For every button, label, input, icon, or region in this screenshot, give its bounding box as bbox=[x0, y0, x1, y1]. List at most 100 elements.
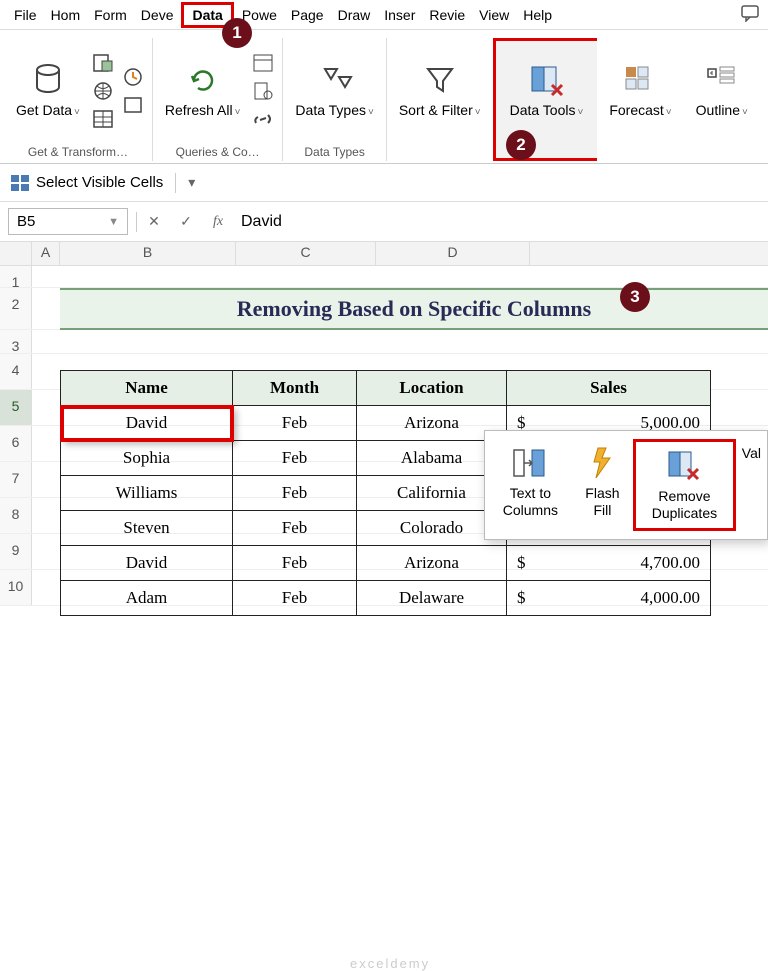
get-data-button[interactable]: Get Data bbox=[10, 58, 86, 123]
recent-sources-icon[interactable] bbox=[120, 64, 146, 90]
from-text-icon[interactable] bbox=[90, 50, 116, 76]
cell[interactable]: Feb bbox=[233, 581, 357, 616]
select-all-corner[interactable] bbox=[0, 242, 32, 265]
group-label: Data Types bbox=[304, 143, 364, 161]
data-tools-button[interactable]: Data Tools bbox=[504, 58, 590, 123]
row-header[interactable]: 6 bbox=[0, 426, 32, 461]
row-header[interactable]: 10 bbox=[0, 570, 32, 605]
name-box-value: B5 bbox=[17, 213, 35, 230]
menu-formulas[interactable]: Form bbox=[88, 3, 133, 27]
menu-developer[interactable]: Deve bbox=[135, 3, 180, 27]
row-header[interactable]: 9 bbox=[0, 534, 32, 569]
flash-fill-label: Flash Fill bbox=[584, 485, 621, 519]
cell[interactable]: Adam bbox=[61, 581, 233, 616]
row-header[interactable]: 1 bbox=[0, 266, 32, 287]
col-header-d[interactable]: D bbox=[376, 242, 530, 265]
edit-links-icon[interactable] bbox=[250, 106, 276, 132]
cell[interactable]: Williams bbox=[61, 476, 233, 511]
cell-selected[interactable]: David bbox=[61, 406, 233, 441]
outline-button[interactable]: Outline bbox=[690, 58, 754, 123]
select-visible-cells-button[interactable]: Select Visible Cells bbox=[10, 174, 163, 192]
sort-filter-label: Sort & Filter bbox=[399, 102, 481, 119]
callout-badge-3: 3 bbox=[620, 282, 650, 312]
menu-review[interactable]: Revie bbox=[423, 3, 471, 27]
cell[interactable]: Feb bbox=[233, 546, 357, 581]
row-header[interactable]: 4 bbox=[0, 354, 32, 389]
menu-draw[interactable]: Draw bbox=[332, 3, 377, 27]
cell[interactable]: Steven bbox=[61, 511, 233, 546]
get-data-label: Get Data bbox=[16, 102, 80, 119]
select-visible-icon bbox=[10, 174, 30, 192]
forecast-label: Forecast bbox=[609, 102, 671, 119]
ribbon-group-outline: Outline bbox=[684, 38, 760, 161]
fx-icon[interactable]: fx bbox=[209, 214, 227, 230]
cell[interactable]: $4,700.00 bbox=[507, 546, 711, 581]
menu-home[interactable]: Hom bbox=[45, 3, 87, 27]
cell[interactable]: Arizona bbox=[357, 546, 507, 581]
ribbon: Get Data Get & Transform… Refresh All bbox=[0, 30, 768, 164]
remove-duplicates-label: Remove Duplicates bbox=[644, 488, 725, 522]
row-header[interactable]: 2 bbox=[0, 288, 32, 329]
customize-qat-icon[interactable]: ▾ bbox=[188, 174, 195, 191]
separator bbox=[175, 173, 176, 193]
connections-icon[interactable] bbox=[120, 92, 146, 118]
from-table-icon[interactable] bbox=[90, 106, 116, 132]
ribbon-group-datatypes: Data Types Data Types bbox=[283, 38, 386, 161]
quick-access-toolbar: Select Visible Cells ▾ bbox=[0, 164, 768, 202]
menu-bar: File Hom Form Deve Data Powe Page Draw I… bbox=[0, 0, 768, 30]
menu-page[interactable]: Page bbox=[285, 3, 330, 27]
remove-duplicates-icon bbox=[666, 448, 702, 484]
from-web-icon[interactable] bbox=[90, 78, 116, 104]
cell[interactable]: Sophia bbox=[61, 441, 233, 476]
cell[interactable]: Feb bbox=[233, 511, 357, 546]
enter-formula-icon[interactable]: ✓ bbox=[177, 213, 195, 230]
cell[interactable]: Delaware bbox=[357, 581, 507, 616]
menu-view[interactable]: View bbox=[473, 3, 515, 27]
data-validation-button[interactable]: Val bbox=[740, 439, 763, 531]
queries-icon[interactable] bbox=[250, 50, 276, 76]
validation-label: Val bbox=[742, 445, 761, 462]
data-types-button[interactable]: Data Types bbox=[289, 58, 379, 123]
cell[interactable]: Feb bbox=[233, 441, 357, 476]
table-header-sales[interactable]: Sales bbox=[507, 371, 711, 406]
row-header[interactable]: 3 bbox=[0, 330, 32, 353]
col-header-a[interactable]: A bbox=[32, 242, 60, 265]
row-header-selected[interactable]: 5 bbox=[0, 390, 32, 425]
menu-file[interactable]: File bbox=[8, 3, 43, 27]
row-header[interactable]: 7 bbox=[0, 462, 32, 497]
forecast-button[interactable]: Forecast bbox=[603, 58, 677, 123]
data-types-label: Data Types bbox=[295, 102, 373, 119]
chevron-down-icon: ▼ bbox=[108, 216, 119, 228]
comments-icon[interactable] bbox=[740, 4, 760, 25]
table-header-month[interactable]: Month bbox=[233, 371, 357, 406]
col-header-c[interactable]: C bbox=[236, 242, 376, 265]
menu-help[interactable]: Help bbox=[517, 3, 558, 27]
formula-bar-value[interactable]: David bbox=[241, 213, 282, 231]
cell[interactable]: David bbox=[61, 546, 233, 581]
table-header-name[interactable]: Name bbox=[61, 371, 233, 406]
text-to-columns-button[interactable]: Text to Columns bbox=[489, 439, 572, 531]
table-header-location[interactable]: Location bbox=[357, 371, 507, 406]
data-tools-dropdown: Text to Columns Flash Fill Remove Duplic… bbox=[484, 430, 768, 540]
outline-icon bbox=[704, 62, 740, 98]
column-headers: A B C D bbox=[0, 242, 768, 266]
properties-icon[interactable] bbox=[250, 78, 276, 104]
flash-fill-button[interactable]: Flash Fill bbox=[576, 439, 629, 531]
col-header-b[interactable]: B bbox=[60, 242, 236, 265]
sheet-title: Removing Based on Specific Columns bbox=[60, 288, 768, 330]
spreadsheet-grid[interactable]: 1 2 Removing Based on Specific Columns 3… bbox=[0, 266, 768, 606]
sort-filter-button[interactable]: Sort & Filter bbox=[393, 58, 487, 123]
cell[interactable]: Feb bbox=[233, 476, 357, 511]
cell[interactable]: $4,000.00 bbox=[507, 581, 711, 616]
menu-insert[interactable]: Inser bbox=[378, 3, 421, 27]
name-box[interactable]: B5 ▼ bbox=[8, 208, 128, 235]
cell[interactable]: Feb bbox=[233, 406, 357, 441]
formula-bar-row: B5 ▼ ✕ ✓ fx David bbox=[0, 202, 768, 242]
outline-label: Outline bbox=[696, 102, 748, 119]
refresh-icon bbox=[185, 62, 221, 98]
remove-duplicates-button[interactable]: Remove Duplicates bbox=[633, 439, 736, 531]
row-header[interactable]: 8 bbox=[0, 498, 32, 533]
cancel-formula-icon[interactable]: ✕ bbox=[145, 213, 163, 230]
refresh-all-button[interactable]: Refresh All bbox=[159, 58, 247, 123]
text-to-columns-label: Text to Columns bbox=[497, 485, 564, 519]
